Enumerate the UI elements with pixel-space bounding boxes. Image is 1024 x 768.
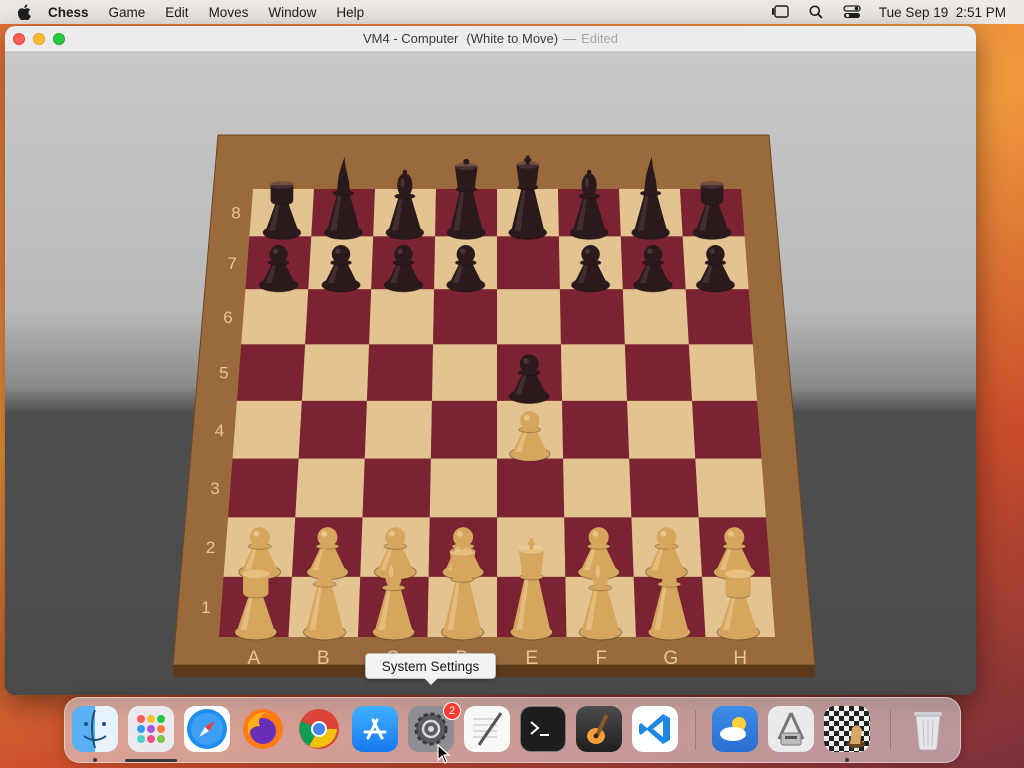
board-scene[interactable]: 87654321 ABCDEFGH (5, 52, 976, 695)
safari-icon[interactable] (184, 706, 230, 752)
app-menu-chess[interactable]: Chess (48, 5, 89, 20)
square-h3[interactable] (695, 458, 766, 518)
square-b5[interactable] (301, 344, 370, 401)
menu-help[interactable]: Help (336, 5, 364, 20)
square-b6[interactable] (305, 289, 372, 345)
square-h5[interactable] (688, 344, 758, 401)
square-a4[interactable] (232, 400, 302, 459)
archive-utility-icon[interactable] (768, 706, 814, 752)
board-squares[interactable] (219, 189, 775, 637)
terminal-icon[interactable] (520, 706, 566, 752)
window-status: (White to Move) (466, 31, 559, 46)
dock-tooltip: System Settings (365, 653, 496, 685)
chess-window: VM4 - Computer (White to Move) — Edited … (5, 26, 976, 695)
chess-board[interactable]: 87654321 ABCDEFGH (5, 52, 976, 695)
system-settings-badge: 2 (443, 702, 461, 720)
rank-label-5: 5 (219, 364, 228, 383)
file-label-a: A (247, 648, 260, 669)
square-g5[interactable] (624, 344, 693, 401)
rank-label-3: 3 (210, 479, 219, 498)
square-f3[interactable] (563, 458, 632, 518)
edited-indicator: Edited (581, 31, 618, 46)
square-h4[interactable] (692, 400, 762, 459)
dock-separator-trash (890, 710, 891, 750)
square-c3[interactable] (362, 458, 431, 518)
launchpad-icon[interactable] (128, 706, 174, 752)
square-f5[interactable] (560, 344, 628, 401)
square-g6[interactable] (622, 289, 689, 345)
rank-label-8: 8 (231, 204, 240, 223)
square-d5[interactable] (431, 344, 497, 401)
square-h6[interactable] (685, 289, 753, 345)
rank-label-1: 1 (201, 598, 210, 617)
file-label-h: H (733, 648, 747, 669)
weather-icon[interactable] (712, 706, 758, 752)
rank-label-2: 2 (206, 538, 215, 557)
square-d6[interactable] (433, 289, 497, 345)
dock: 2 (64, 697, 961, 763)
zoom-button[interactable] (53, 33, 65, 45)
rank-label-4: 4 (215, 421, 224, 440)
square-d4[interactable] (430, 400, 497, 459)
rank-label-6: 6 (223, 308, 232, 327)
file-label-b: B (317, 648, 330, 669)
chess-icon[interactable] (824, 706, 870, 752)
garageband-icon[interactable] (576, 706, 622, 752)
close-button[interactable] (13, 33, 25, 45)
square-b3[interactable] (295, 458, 365, 518)
finder-running-dot (93, 758, 97, 762)
menu-edit[interactable]: Edit (165, 5, 188, 20)
spotlight-search-icon[interactable] (807, 4, 825, 20)
clock[interactable]: Tue Sep 19 2:51 PM (879, 5, 1006, 20)
square-a5[interactable] (236, 344, 306, 401)
apple-menu-icon[interactable] (18, 4, 34, 20)
control-center-icon[interactable] (843, 4, 861, 20)
window-title: VM4 - Computer (363, 31, 459, 46)
square-c6[interactable] (369, 289, 435, 345)
window-titlebar[interactable]: VM4 - Computer (White to Move) — Edited (5, 26, 976, 52)
vscode-icon[interactable] (632, 706, 678, 752)
square-a6[interactable] (241, 289, 309, 345)
textedit-icon[interactable] (464, 706, 510, 752)
app-store-icon[interactable] (352, 706, 398, 752)
chess-running-dot (845, 758, 849, 762)
firefox-icon[interactable] (240, 706, 286, 752)
file-label-g: G (663, 648, 678, 669)
dock-separator (695, 710, 696, 750)
launchpad-scroll-indicator (125, 759, 177, 762)
file-label-f: F (595, 648, 607, 669)
square-g4[interactable] (627, 400, 696, 459)
square-c5[interactable] (366, 344, 434, 401)
title-separator: — (563, 31, 577, 46)
square-e3[interactable] (497, 458, 565, 518)
chrome-icon[interactable] (296, 706, 342, 752)
file-label-e: E (525, 648, 538, 669)
menu-game[interactable]: Game (109, 5, 146, 20)
square-b4[interactable] (298, 400, 367, 459)
square-a3[interactable] (228, 458, 299, 518)
square-e6[interactable] (497, 289, 561, 345)
square-f6[interactable] (559, 289, 625, 345)
square-c4[interactable] (364, 400, 432, 459)
menu-window[interactable]: Window (268, 5, 316, 20)
menu-moves[interactable]: Moves (209, 5, 249, 20)
stage-manager-icon[interactable] (771, 4, 789, 20)
minimize-button[interactable] (33, 33, 45, 45)
square-d3[interactable] (429, 458, 497, 518)
square-e7[interactable] (497, 236, 560, 290)
menu-bar: Chess Game Edit Moves Window Help Tue Se… (0, 0, 1024, 24)
square-f4[interactable] (562, 400, 630, 459)
square-g3[interactable] (629, 458, 699, 518)
rank-label-7: 7 (227, 254, 236, 273)
mouse-cursor-icon (437, 744, 451, 764)
trash-icon[interactable] (905, 706, 951, 752)
finder-icon[interactable] (72, 706, 118, 752)
